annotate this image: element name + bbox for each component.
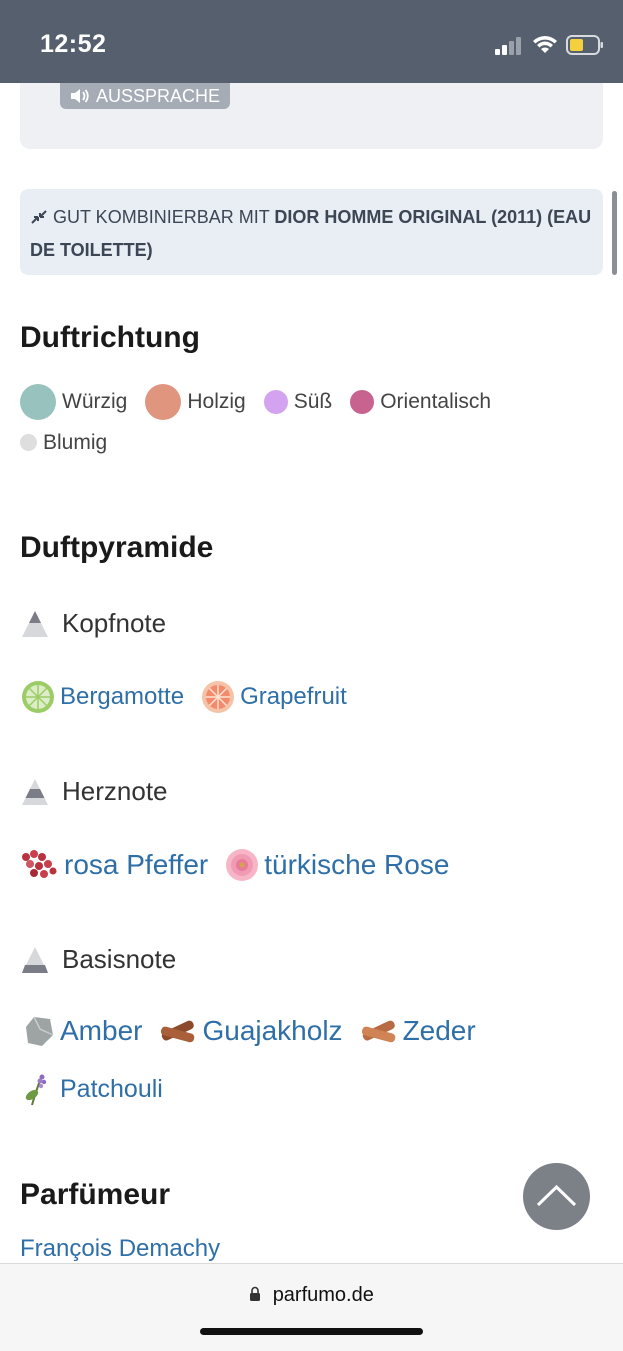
- combine-with-box[interactable]: GUT KOMBINIERBAR MIT DIOR HOMME ORIGINAL…: [20, 189, 603, 275]
- note-label: Amber: [60, 1015, 143, 1046]
- pyramid-base-icon: [22, 946, 48, 973]
- status-time: 12:52: [40, 30, 107, 58]
- duftrichtung-list: Würzig Holzig Süß Orientalisch Blumig: [20, 381, 600, 463]
- cellular-signal-icon: [495, 37, 521, 55]
- note-guajakholz[interactable]: Guajakholz: [158, 1013, 343, 1049]
- wood-icon: [161, 1020, 195, 1043]
- scent-direction-wuerzig[interactable]: Würzig: [20, 381, 127, 422]
- perfumer-link[interactable]: François Demachy: [20, 1235, 220, 1263]
- duftpyramide-heading: Duftpyramide: [20, 531, 214, 564]
- scent-label: Blumig: [43, 430, 108, 454]
- notes-basisnote: Amber Guajakholz Zeder Patchouli: [20, 1013, 580, 1107]
- scent-label: Orientalisch: [380, 389, 492, 413]
- url-text: parfumo.de: [272, 1284, 374, 1306]
- patchouli-icon: [25, 1074, 47, 1106]
- pyramid-top-icon: [22, 610, 48, 637]
- note-label: Zeder: [402, 1015, 476, 1046]
- pink-pepper-icon: [22, 850, 57, 878]
- home-indicator[interactable]: [200, 1328, 423, 1335]
- cedar-icon: [361, 1020, 395, 1043]
- arrows-combine-icon: [31, 210, 47, 224]
- amber-icon: [26, 1016, 54, 1046]
- note-label: rosa Pfeffer: [64, 849, 209, 880]
- scent-color-dot: [20, 383, 56, 420]
- tier-label: Kopfnote: [62, 608, 167, 638]
- speaker-icon: [71, 89, 89, 103]
- scent-label: Würzig: [62, 389, 128, 413]
- tier-basisnote: Basisnote: [20, 944, 176, 975]
- chevron-up-icon: [536, 1184, 577, 1207]
- notes-herznote: rosa Pfeffer türkische Rose: [20, 847, 465, 883]
- note-label: türkische Rose: [264, 849, 450, 880]
- scent-label: Holzig: [187, 389, 246, 413]
- note-patchouli[interactable]: Patchouli: [20, 1071, 163, 1107]
- note-label: Patchouli: [60, 1074, 163, 1103]
- address-bar[interactable]: parfumo.de: [0, 1284, 623, 1307]
- note-tuerkische-rose[interactable]: türkische Rose: [224, 847, 449, 883]
- scent-direction-holzig[interactable]: Holzig: [145, 381, 246, 422]
- status-bar: 12:52: [0, 0, 623, 83]
- grapefruit-icon: [202, 681, 235, 713]
- pronunciation-button[interactable]: AUSSPRACHE: [60, 83, 231, 109]
- scroll-to-top-button[interactable]: [523, 1163, 590, 1230]
- note-label: Bergamotte: [60, 683, 185, 710]
- pyramid-middle-icon: [22, 778, 48, 805]
- note-label: Grapefruit: [240, 683, 347, 710]
- tier-label: Herznote: [62, 776, 168, 806]
- scent-color-dot: [20, 434, 37, 451]
- scent-direction-orientalisch[interactable]: Orientalisch: [350, 381, 491, 422]
- rose-icon: [226, 849, 259, 881]
- page-content: AUSSPRACHE GUT KOMBINIERBAR MIT DIOR HOM…: [0, 83, 623, 1263]
- scent-label: Süß: [293, 389, 333, 413]
- notes-kopfnote: Bergamotte Grapefruit: [20, 679, 363, 715]
- scent-color-dot: [263, 389, 288, 414]
- bergamot-icon: [22, 681, 54, 713]
- note-zeder[interactable]: Zeder: [359, 1013, 476, 1049]
- duftrichtung-heading: Duftrichtung: [20, 321, 200, 354]
- combine-prefix: GUT KOMBINIERBAR MIT: [53, 207, 270, 227]
- browser-bottom-bar: parfumo.de: [0, 1263, 623, 1351]
- note-rosa-pfeffer[interactable]: rosa Pfeffer: [20, 847, 208, 883]
- tier-kopfnote: Kopfnote: [20, 608, 166, 639]
- tier-herznote: Herznote: [20, 776, 168, 807]
- scent-color-dot: [145, 383, 182, 420]
- note-label: Guajakholz: [202, 1015, 343, 1046]
- wifi-icon: [533, 36, 557, 53]
- lock-icon: [250, 1286, 261, 1301]
- scent-direction-blumig[interactable]: Blumig: [20, 422, 107, 463]
- tier-label: Basisnote: [62, 944, 177, 974]
- note-bergamotte[interactable]: Bergamotte: [20, 679, 184, 715]
- note-grapefruit[interactable]: Grapefruit: [200, 679, 347, 715]
- battery-icon: [566, 35, 603, 55]
- scent-direction-suess[interactable]: Süß: [263, 381, 333, 422]
- pronunciation-label: AUSSPRACHE: [96, 86, 221, 106]
- scrollbar[interactable]: [612, 191, 617, 275]
- scent-color-dot: [350, 389, 375, 414]
- parfumeur-heading: Parfümeur: [20, 1178, 171, 1211]
- note-amber[interactable]: Amber: [20, 1013, 142, 1049]
